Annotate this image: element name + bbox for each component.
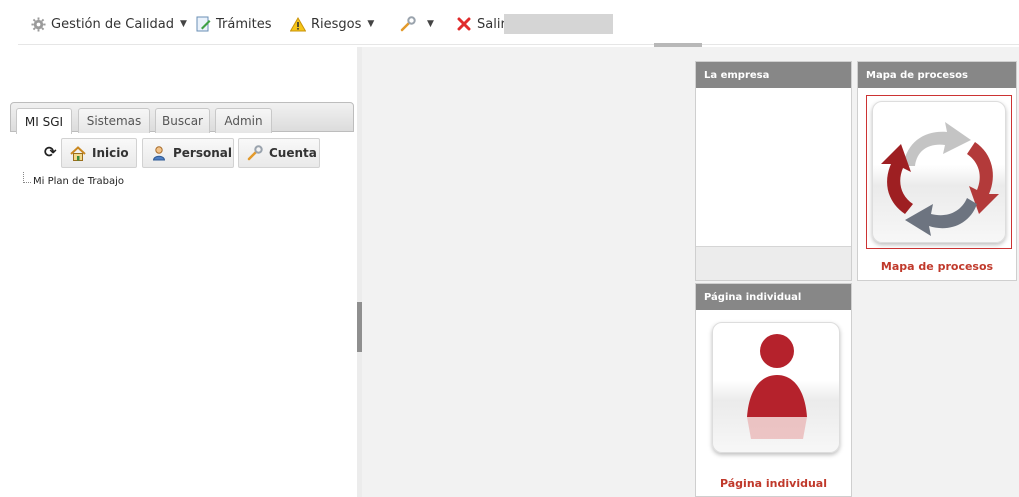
menu-gestion-calidad[interactable]: Gestión de Calidad ▼ [30,14,187,34]
tab-sistemas[interactable]: Sistemas [78,108,150,133]
mapa-de-procesos-link[interactable]: Mapa de procesos [858,260,1016,273]
warning-icon [290,16,306,32]
personal-label: Personal [173,146,232,160]
cuenta-label: Cuenta [269,146,317,160]
inicio-label: Inicio [92,146,129,160]
menu-label: Salir [477,16,506,32]
inicio-button[interactable]: Inicio [61,138,137,168]
tree-node-mi-plan[interactable]: Mi Plan de Trabajo [33,176,124,187]
gear-icon [30,16,46,32]
tree-connector [23,182,31,183]
cuenta-button[interactable]: Cuenta [238,138,320,168]
refresh-icon[interactable]: ⟳ [44,144,58,160]
menu-herramientas[interactable]: ▼ [400,14,434,34]
menu-divider [18,44,1019,45]
portlet-title: Mapa de procesos [858,62,1016,88]
personal-button[interactable]: Personal [142,138,234,168]
menu-label: Trámites [216,16,272,32]
person-icon[interactable] [712,322,840,453]
wrench-icon [400,16,416,32]
portlet-title: La empresa [696,62,851,88]
menu-label: Gestión de Calidad [51,16,174,32]
tab-mi-sgi[interactable]: MI SGI [16,108,72,134]
chevron-down-icon: ▼ [180,19,187,29]
process-map-tile[interactable] [866,95,1012,249]
wrench-icon [247,145,263,161]
tab-strip: MI SGI Sistemas Buscar Admin [10,102,354,134]
portlet-la-empresa: La empresa [695,61,852,281]
chevron-down-icon: ▼ [367,19,375,29]
tab-admin[interactable]: Admin [215,108,272,133]
home-icon [70,145,86,161]
pagina-individual-link[interactable]: Página individual [696,477,851,490]
top-menu-bar: Gestión de Calidad ▼ Trámites Riesgos ▼ … [0,0,1019,47]
menu-tramites[interactable]: Trámites [195,14,272,34]
document-edit-icon [195,16,211,32]
portlet-footer [696,246,851,280]
portlet-mapa-de-procesos: Mapa de procesos Mapa de procesos [857,61,1017,281]
user-name-redacted [504,14,613,34]
portlet-pagina-individual: Página individual Página individual [695,283,852,497]
menu-riesgos[interactable]: Riesgos ▼ [290,14,374,34]
chevron-down-icon: ▼ [427,19,434,29]
menu-label: Riesgos [311,16,362,32]
content-area: La empresa Mapa de procesos Mapa de proc… [362,47,1019,497]
user-icon [151,145,167,161]
app-window: Gestión de Calidad ▼ Trámites Riesgos ▼ … [0,0,1019,497]
left-panel: MI SGI Sistemas Buscar Admin ⟳ Inicio Pe… [0,47,357,497]
process-cycle-icon [872,101,1006,243]
close-icon [456,16,472,32]
menu-salir[interactable]: Salir [456,14,506,34]
tab-buscar[interactable]: Buscar [155,108,210,133]
portlet-title: Página individual [696,284,851,310]
